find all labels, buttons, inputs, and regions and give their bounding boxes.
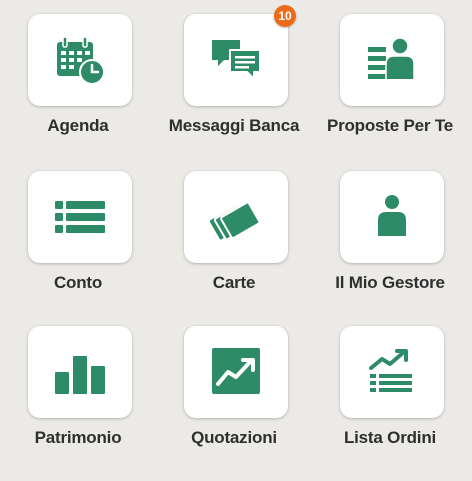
bar-chart-icon xyxy=(55,356,105,394)
menu-button-carte[interactable] xyxy=(184,171,288,263)
menu-label-proposte-per-te: Proposte Per Te xyxy=(326,116,454,135)
menu-button-patrimonio[interactable] xyxy=(28,326,132,418)
menu-tile-lista-ordini[interactable]: Lista Ordini xyxy=(312,312,468,468)
menu-button-agenda[interactable] xyxy=(28,14,132,106)
menu-label-il-mio-gestore: Il Mio Gestore xyxy=(335,273,445,292)
list-icon xyxy=(55,201,105,233)
menu-label-quotazioni: Quotazioni xyxy=(191,428,277,447)
menu-label-conto: Conto xyxy=(53,273,103,292)
menu-label-patrimonio: Patrimonio xyxy=(34,428,122,447)
menu-tile-agenda[interactable]: Agenda xyxy=(0,0,156,156)
menu-label-lista-ordini: Lista Ordini xyxy=(343,428,437,447)
menu-label-agenda: Agenda xyxy=(47,116,109,135)
menu-button-lista-ordini[interactable] xyxy=(340,326,444,418)
menu-button-conto[interactable] xyxy=(28,171,132,263)
menu-tile-messaggi-banca[interactable]: 10 Messaggi Banca xyxy=(156,0,312,156)
menu-label-messaggi-banca: Messaggi Banca xyxy=(168,116,300,135)
main-menu-grid: Agenda 10 Messaggi Banca Proposte Per Te… xyxy=(0,0,472,481)
menu-button-messaggi-banca[interactable]: 10 xyxy=(184,5,296,106)
person-list-icon xyxy=(368,37,415,79)
menu-button-il-mio-gestore[interactable] xyxy=(340,171,444,263)
menu-tile-patrimonio[interactable]: Patrimonio xyxy=(0,312,156,468)
menu-label-carte: Carte xyxy=(212,273,256,292)
menu-tile-il-mio-gestore[interactable]: Il Mio Gestore xyxy=(312,157,468,313)
menu-tile-quotazioni[interactable]: Quotazioni xyxy=(156,312,312,468)
menu-tile-carte[interactable]: Carte xyxy=(156,157,312,313)
menu-button-quotazioni[interactable] xyxy=(184,326,288,418)
menu-tile-conto[interactable]: Conto xyxy=(0,157,156,313)
menu-tile-proposte-per-te[interactable]: Proposte Per Te xyxy=(312,0,468,156)
calendar-clock-icon xyxy=(57,36,105,85)
unread-messages-badge: 10 xyxy=(274,5,296,27)
cards-icon xyxy=(210,201,261,242)
order-list-icon xyxy=(369,349,412,392)
trend-chart-icon xyxy=(212,348,260,394)
person-icon xyxy=(378,195,406,236)
menu-button-proposte-per-te[interactable] xyxy=(340,14,444,106)
chat-bubbles-icon xyxy=(212,40,261,80)
